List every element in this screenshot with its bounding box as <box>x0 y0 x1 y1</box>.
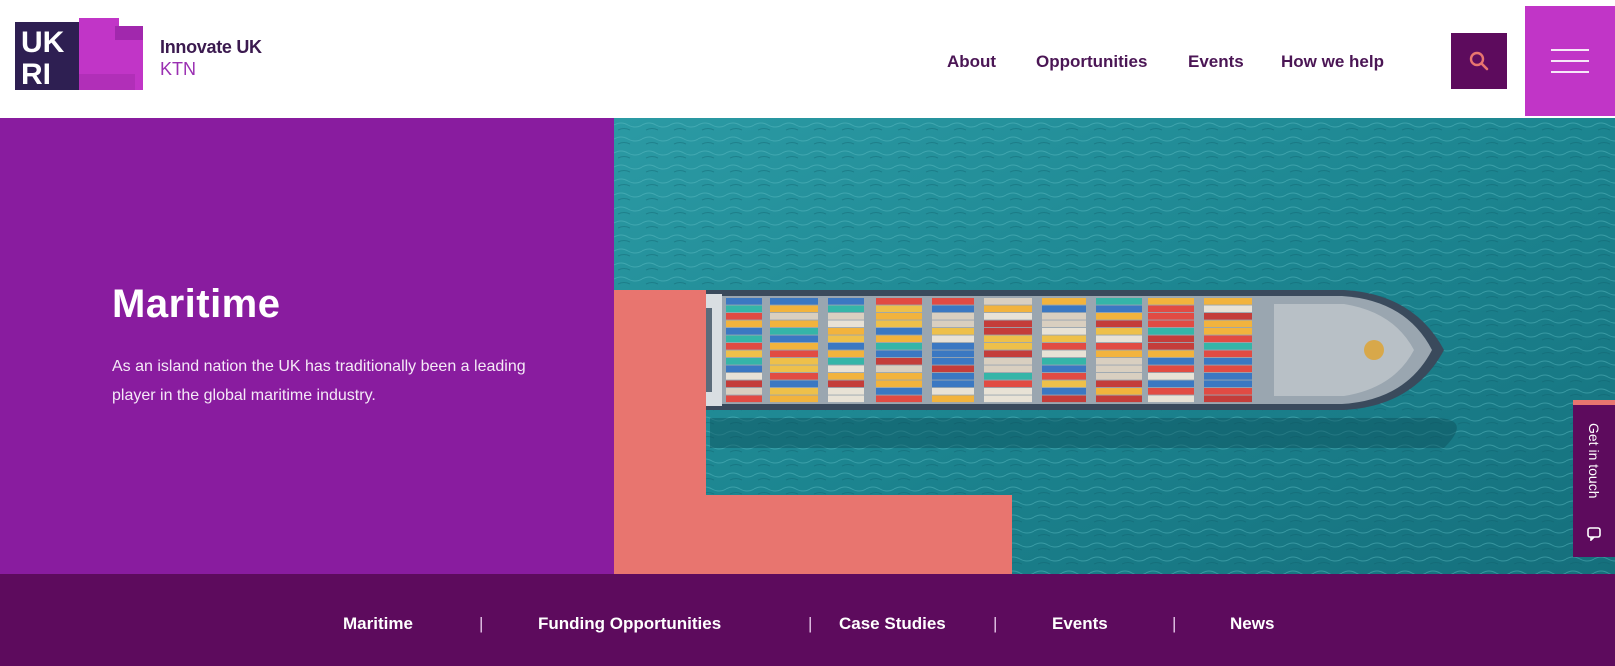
ukri-logo[interactable]: UK RI <box>15 18 147 92</box>
brand-name: Innovate UK <box>160 37 262 57</box>
get-in-touch-label: Get in touch <box>1586 423 1602 499</box>
brand-block[interactable]: Innovate UK KTN <box>160 36 262 80</box>
subnav-events[interactable]: Events <box>1052 614 1108 634</box>
subnav-news[interactable]: News <box>1230 614 1274 634</box>
coral-accent-horizontal <box>614 495 1012 574</box>
subnav-maritime[interactable]: Maritime <box>343 614 413 634</box>
section-nav: Maritime | Funding Opportunities | Case … <box>0 574 1615 666</box>
nav-about[interactable]: About <box>947 52 996 72</box>
brand-sub: KTN <box>160 59 196 79</box>
subnav-separator: | <box>993 614 998 633</box>
search-icon <box>1469 51 1489 71</box>
hero-description: As an island nation the UK has tradition… <box>112 358 526 404</box>
subnav-case-studies[interactable]: Case Studies <box>839 614 946 634</box>
nav-how-we-help[interactable]: How we help <box>1281 52 1384 72</box>
site-header: UK RI Innovate UK KTN About Opportunitie… <box>0 0 1615 118</box>
nav-events[interactable]: Events <box>1188 52 1244 72</box>
menu-button[interactable] <box>1525 6 1615 116</box>
subnav-funding-opportunities[interactable]: Funding Opportunities <box>538 614 721 634</box>
chat-bubble-icon <box>1587 527 1601 541</box>
svg-text:UK: UK <box>21 26 65 59</box>
hamburger-menu-icon <box>1551 49 1589 73</box>
subnav-separator: | <box>808 614 813 633</box>
subnav-separator: | <box>479 614 484 633</box>
subnav-separator: | <box>1172 614 1177 633</box>
hero-panel <box>0 118 614 574</box>
search-button[interactable] <box>1451 33 1507 89</box>
svg-text:RI: RI <box>21 58 51 91</box>
nav-opportunities[interactable]: Opportunities <box>1036 52 1147 72</box>
get-in-touch-tab[interactable]: Get in touch <box>1573 400 1615 557</box>
page-title: Maritime <box>112 282 281 326</box>
